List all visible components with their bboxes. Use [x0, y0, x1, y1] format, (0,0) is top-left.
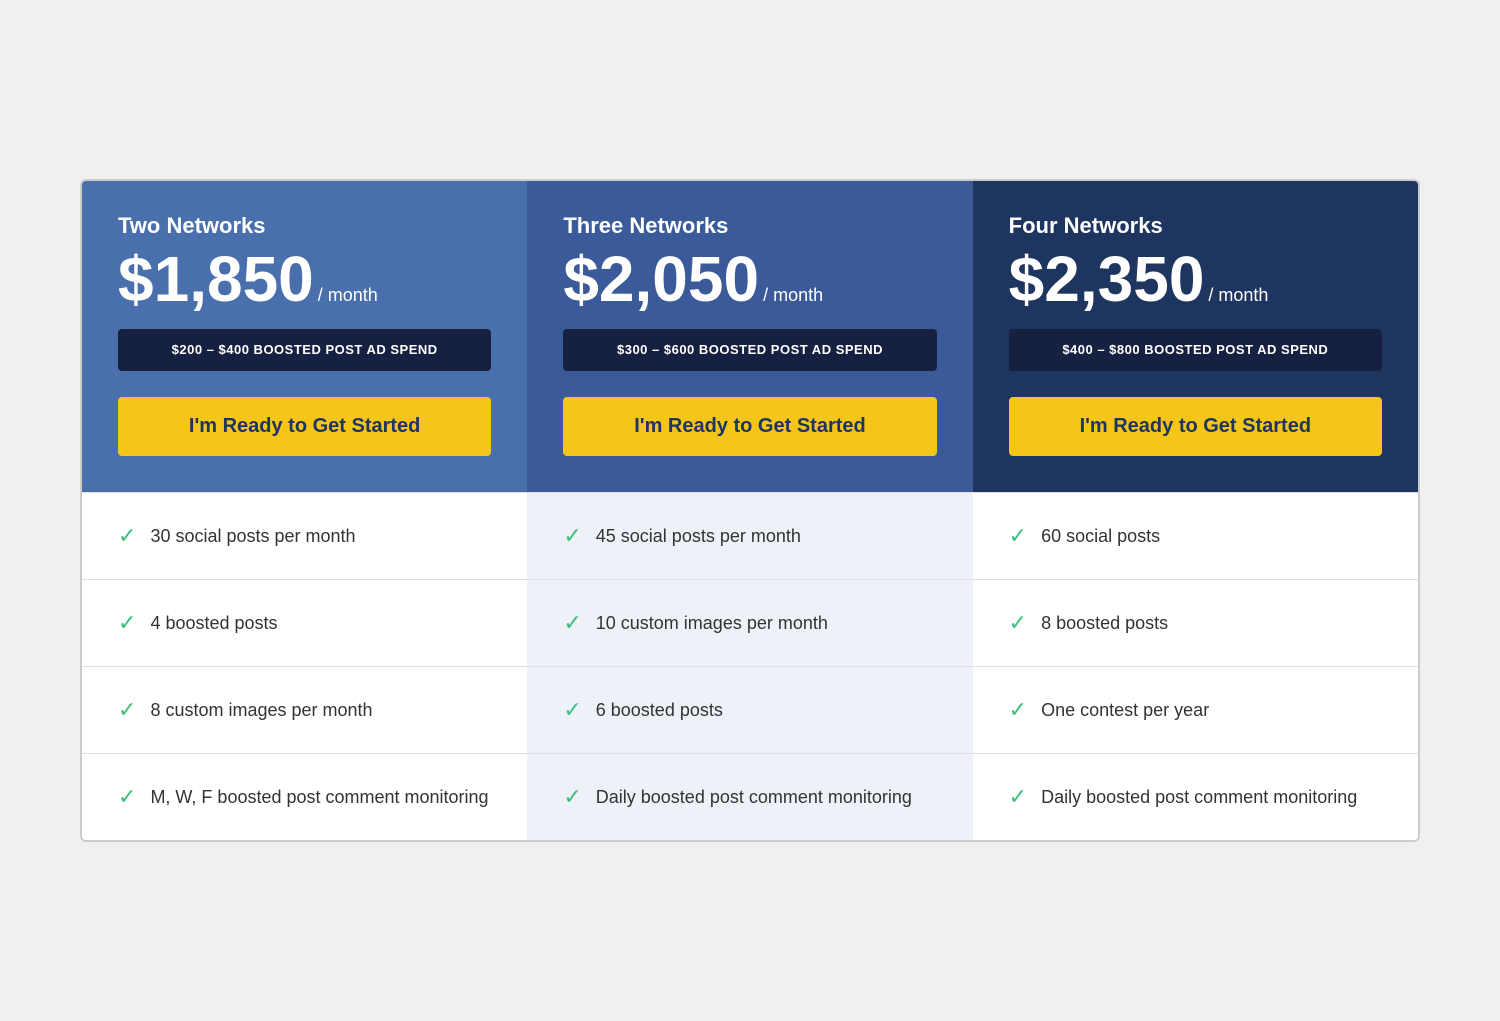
check-icon: ✓: [118, 523, 136, 549]
check-icon: ✓: [1009, 697, 1027, 723]
feature-text: Daily boosted post comment monitoring: [596, 787, 912, 808]
feature-cell-r4-c1: ✓ M, W, F boosted post comment monitorin…: [82, 753, 527, 840]
feature-text: One contest per year: [1041, 700, 1209, 721]
check-icon: ✓: [118, 697, 136, 723]
plan-price-row-2: $2,050 / month: [563, 247, 936, 311]
cta-button-2[interactable]: I'm Ready to Get Started: [563, 397, 936, 456]
check-icon: ✓: [1009, 610, 1027, 636]
plan-per-3: / month: [1208, 285, 1268, 306]
plan-price-3: $2,350: [1009, 247, 1205, 311]
feature-cell-r3-c1: ✓ 8 custom images per month: [82, 666, 527, 753]
check-icon: ✓: [118, 784, 136, 810]
plan-price-2: $2,050: [563, 247, 759, 311]
cta-button-1[interactable]: I'm Ready to Get Started: [118, 397, 491, 456]
plan-price-row-3: $2,350 / month: [1009, 247, 1382, 311]
feature-text: 60 social posts: [1041, 526, 1160, 547]
check-icon: ✓: [563, 523, 581, 549]
features-table: ✓ 30 social posts per month ✓ 45 social …: [82, 492, 1418, 840]
plan-per-2: / month: [763, 285, 823, 306]
ad-spend-badge-3: $400 – $800 BOOSTED POST AD SPEND: [1009, 329, 1382, 371]
feature-cell-r4-c2: ✓ Daily boosted post comment monitoring: [527, 753, 972, 840]
plan-name-1: Two Networks: [118, 213, 491, 239]
check-icon: ✓: [118, 610, 136, 636]
feature-text: 8 boosted posts: [1041, 613, 1168, 634]
feature-text: 8 custom images per month: [150, 700, 372, 721]
ad-spend-badge-2: $300 – $600 BOOSTED POST AD SPEND: [563, 329, 936, 371]
plan-price-1: $1,850: [118, 247, 314, 311]
check-icon: ✓: [1009, 784, 1027, 810]
feature-text: 45 social posts per month: [596, 526, 801, 547]
feature-cell-r2-c2: ✓ 10 custom images per month: [527, 579, 972, 666]
cta-button-3[interactable]: I'm Ready to Get Started: [1009, 397, 1382, 456]
pricing-header: Two Networks $1,850 / month $200 – $400 …: [82, 181, 1418, 492]
feature-cell-r2-c3: ✓ 8 boosted posts: [973, 579, 1418, 666]
plan-header-2: Three Networks $2,050 / month $300 – $60…: [527, 181, 972, 492]
plan-name-2: Three Networks: [563, 213, 936, 239]
feature-cell-r4-c3: ✓ Daily boosted post comment monitoring: [973, 753, 1418, 840]
plan-header-1: Two Networks $1,850 / month $200 – $400 …: [82, 181, 527, 492]
feature-cell-r3-c3: ✓ One contest per year: [973, 666, 1418, 753]
check-icon: ✓: [1009, 523, 1027, 549]
check-icon: ✓: [563, 697, 581, 723]
feature-text: Daily boosted post comment monitoring: [1041, 787, 1357, 808]
plan-header-3: Four Networks $2,350 / month $400 – $800…: [973, 181, 1418, 492]
feature-cell-r1-c2: ✓ 45 social posts per month: [527, 492, 972, 579]
plan-price-row-1: $1,850 / month: [118, 247, 491, 311]
feature-text: 30 social posts per month: [150, 526, 355, 547]
feature-cell-r1-c3: ✓ 60 social posts: [973, 492, 1418, 579]
ad-spend-badge-1: $200 – $400 BOOSTED POST AD SPEND: [118, 329, 491, 371]
feature-text: 4 boosted posts: [150, 613, 277, 634]
plan-per-1: / month: [318, 285, 378, 306]
check-icon: ✓: [563, 610, 581, 636]
pricing-card: Two Networks $1,850 / month $200 – $400 …: [80, 179, 1420, 842]
feature-cell-r1-c1: ✓ 30 social posts per month: [82, 492, 527, 579]
feature-text: 6 boosted posts: [596, 700, 723, 721]
feature-cell-r2-c1: ✓ 4 boosted posts: [82, 579, 527, 666]
feature-text: M, W, F boosted post comment monitoring: [150, 787, 488, 808]
feature-cell-r3-c2: ✓ 6 boosted posts: [527, 666, 972, 753]
check-icon: ✓: [563, 784, 581, 810]
feature-text: 10 custom images per month: [596, 613, 828, 634]
plan-name-3: Four Networks: [1009, 213, 1382, 239]
